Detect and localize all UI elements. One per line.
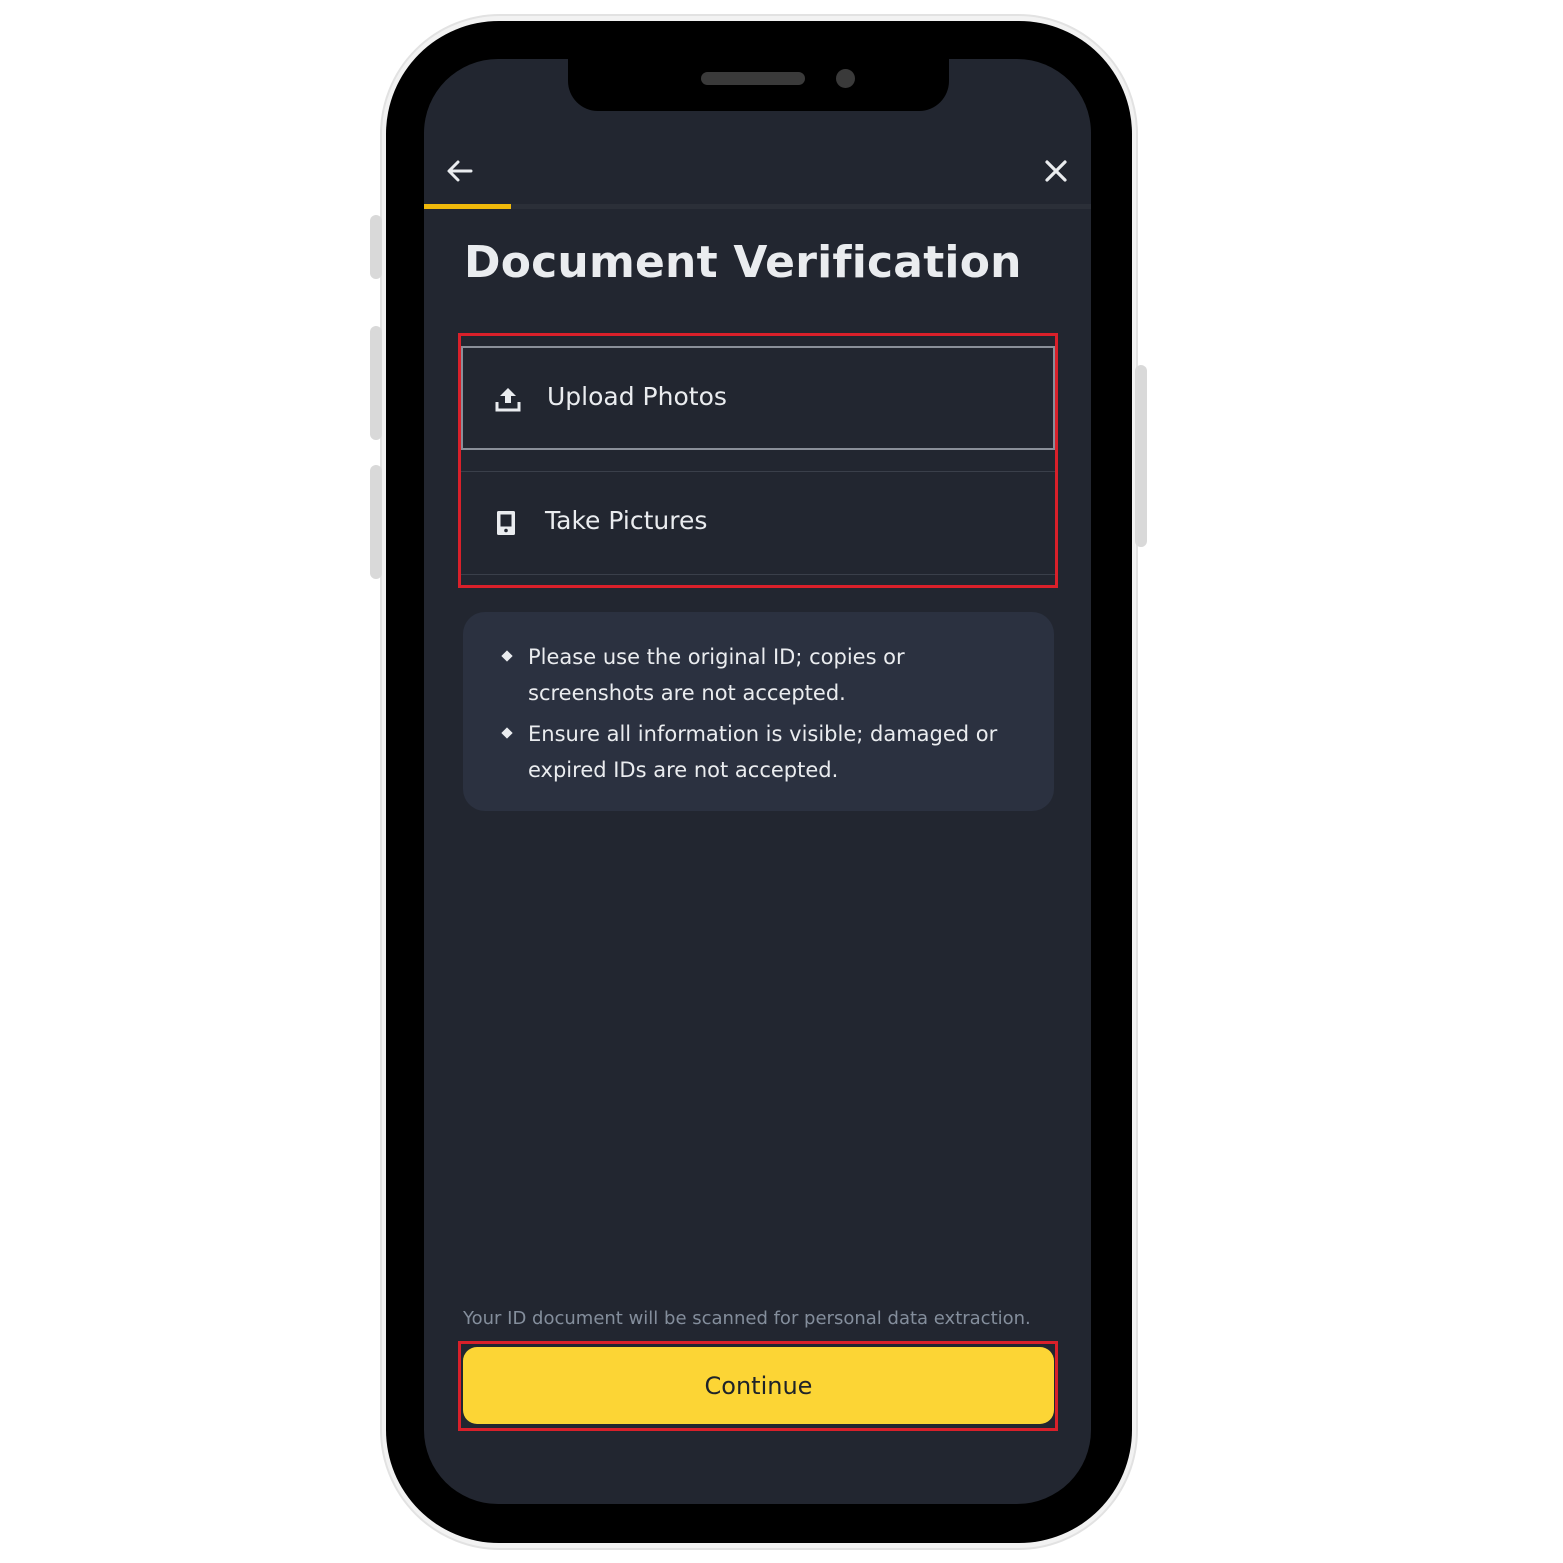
side-button-mute: [370, 215, 382, 279]
scan-disclaimer: Your ID document will be scanned for per…: [463, 1308, 1031, 1329]
upload-icon: [495, 385, 521, 413]
close-icon[interactable]: [1044, 159, 1068, 183]
diamond-bullet-icon: [501, 727, 513, 739]
side-button-volume-down: [370, 465, 382, 579]
page-title: Document Verification: [464, 237, 1022, 288]
arrow-left-icon[interactable]: [446, 157, 474, 185]
progress-track: [424, 204, 1091, 209]
diamond-bullet-icon: [501, 650, 513, 662]
upload-photos-label: Upload Photos: [547, 382, 727, 411]
front-camera: [836, 69, 855, 88]
camera-icon: [493, 509, 519, 537]
app-screen: Document Verification Upload Photos Take…: [424, 59, 1091, 1504]
take-pictures-option[interactable]: Take Pictures: [461, 471, 1055, 575]
tips-card: Please use the original ID; copies or sc…: [463, 612, 1054, 811]
progress-fill: [424, 204, 511, 209]
tip-text: Please use the original ID; copies or sc…: [528, 645, 905, 705]
upload-photos-option[interactable]: Upload Photos: [461, 346, 1055, 450]
side-button-volume-up: [370, 326, 382, 440]
side-button-power: [1135, 365, 1147, 547]
phone-notch: [568, 59, 949, 111]
speaker-grille: [701, 72, 805, 85]
continue-button[interactable]: Continue: [463, 1347, 1054, 1424]
tip-text: Ensure all information is visible; damag…: [528, 722, 998, 782]
take-pictures-label: Take Pictures: [545, 506, 708, 535]
